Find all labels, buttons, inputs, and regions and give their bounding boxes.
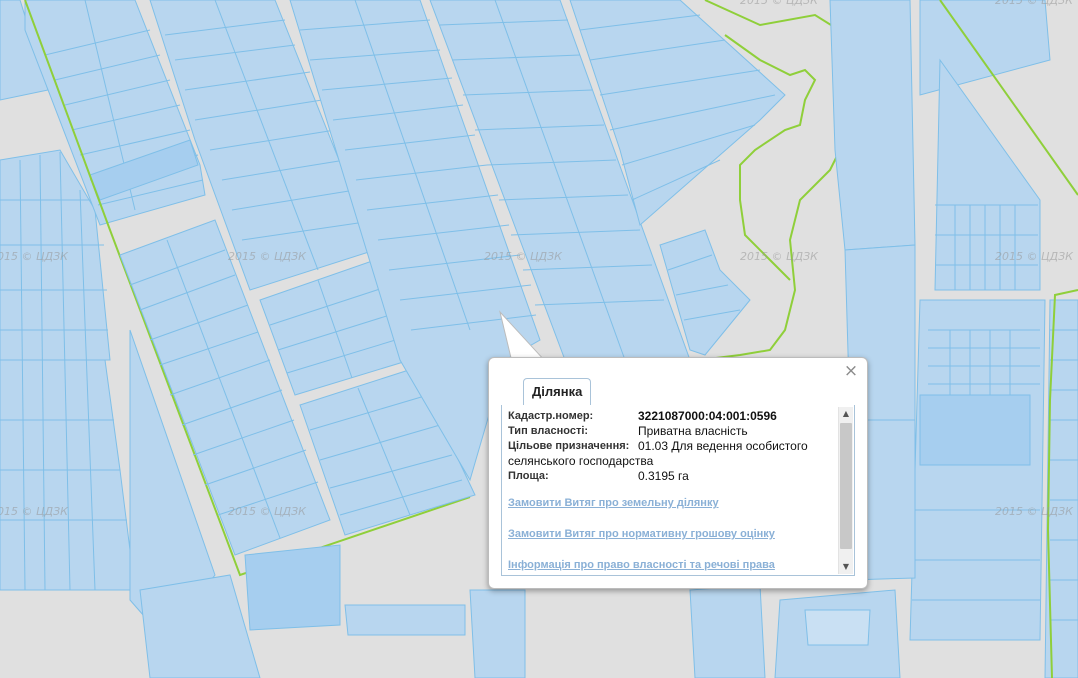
arrow-down-icon[interactable]: ▼ — [839, 560, 853, 574]
parcel-details: Кадастр.номер: 3221087000:04:001:0596 Ти… — [508, 409, 836, 575]
purpose-row: Цільове призначення: 01.03 Для ведення о… — [508, 439, 836, 454]
scrollbar-thumb[interactable] — [840, 423, 852, 549]
order-land-extract-link[interactable]: Замовити Витяг про земельну ділянку — [508, 496, 836, 511]
order-valuation-extract-link[interactable]: Замовити Витяг про нормативну грошову оц… — [508, 527, 836, 542]
area-row: Площа: 0.3195 га — [508, 469, 836, 484]
tab-bar: Ділянка — [501, 378, 855, 406]
purpose-value-line2: селянського господарства — [508, 454, 654, 468]
ownership-rights-info-link[interactable]: Інформація про право власності та речові… — [508, 558, 836, 573]
purpose-value-line1: 01.03 Для ведення особистого — [638, 439, 808, 453]
cadastral-value: 3221087000:04:001:0596 — [638, 409, 777, 423]
purpose-label: Цільове призначення: — [508, 440, 630, 452]
ownership-value: Приватна власність — [638, 424, 748, 438]
popup-scrollbar[interactable]: ▲ ▼ — [838, 407, 853, 574]
close-icon[interactable]: × — [843, 363, 859, 380]
parcel-info-popup: × Ділянка Кадастр.номер: 3221087000:04:0… — [488, 357, 868, 589]
popup-links: Замовити Витяг про земельну ділянку Замо… — [508, 496, 836, 573]
ownership-label: Тип власності: — [508, 425, 589, 437]
ownership-row: Тип власності: Приватна власність — [508, 424, 836, 439]
arrow-up-icon[interactable]: ▲ — [839, 407, 853, 421]
purpose-continuation-row: селянського господарства — [508, 454, 836, 469]
cadastral-label: Кадастр.номер: — [508, 410, 594, 422]
cadastral-row: Кадастр.номер: 3221087000:04:001:0596 — [508, 409, 836, 424]
popup-content[interactable]: Кадастр.номер: 3221087000:04:001:0596 Ти… — [501, 405, 855, 576]
tab-parcel[interactable]: Ділянка — [523, 378, 592, 406]
area-label: Площа: — [508, 470, 549, 482]
area-value: 0.3195 га — [638, 469, 689, 483]
